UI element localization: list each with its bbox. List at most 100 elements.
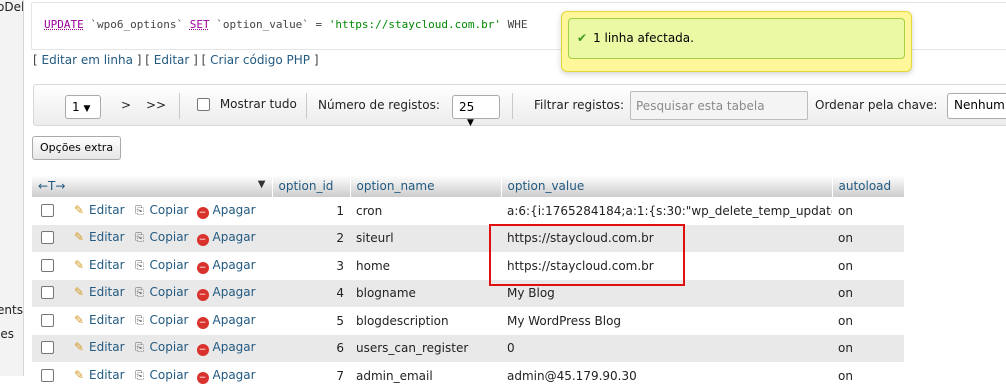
delete-row-button[interactable]: − Apagar <box>196 285 256 302</box>
header-option-id[interactable]: option_id <box>272 175 351 197</box>
edit-row-button[interactable]: ✎ Editar <box>72 340 125 354</box>
cell-option-id[interactable]: 1 <box>272 197 350 225</box>
edit-row-button[interactable]: ✎ Editar <box>72 285 125 299</box>
cell-autoload[interactable]: on <box>832 334 904 362</box>
cell-option-value[interactable]: My WordPress Blog <box>501 307 832 335</box>
cell-option-id[interactable]: 2 <box>272 224 350 252</box>
copy-row-button[interactable]: ⎘ Copiar <box>133 367 189 382</box>
cell-autoload[interactable]: on <box>832 279 904 307</box>
delete-label: Apagar <box>212 202 256 217</box>
delete-label: Apagar <box>212 230 256 245</box>
cell-option-name[interactable]: blogname <box>350 279 501 307</box>
page-select[interactable]: 1 ▼ <box>65 95 101 119</box>
sidebar-text-mid-1[interactable]: ents <box>0 303 23 317</box>
delete-icon: − <box>196 206 209 219</box>
cell-option-name[interactable]: blogdescription <box>350 307 501 335</box>
row-checkbox[interactable] <box>41 203 54 217</box>
sort-select[interactable]: Nenhum <box>947 93 1006 119</box>
next-page-button[interactable]: > <box>121 98 131 112</box>
row-checkbox[interactable] <box>41 231 54 245</box>
cell-option-value[interactable]: 0 <box>501 334 832 362</box>
row-actions: ✎ Editar ⎘ Copiar − Apagar <box>32 307 272 335</box>
page-select-value: 1 <box>72 100 80 114</box>
edit-row-button[interactable]: ✎ Editar <box>72 203 125 217</box>
cell-option-value[interactable]: My Blog <box>501 279 832 307</box>
delete-icon: − <box>196 371 209 384</box>
row-checkbox[interactable] <box>41 286 54 300</box>
cell-option-id[interactable]: 4 <box>272 279 350 307</box>
cell-option-id[interactable]: 5 <box>272 307 350 335</box>
edit-label: Editar <box>89 312 125 327</box>
sql-column: `option_value` = <box>209 18 329 31</box>
copy-icon: ⎘ <box>135 341 144 355</box>
column-arrows-icon[interactable]: ←T→ <box>38 179 65 193</box>
cell-option-name[interactable]: home <box>350 252 501 280</box>
cell-autoload[interactable]: on <box>832 252 904 280</box>
cell-autoload[interactable]: on <box>832 224 904 252</box>
main-content: UPDATE `wpo6_options` SET `option_value`… <box>26 0 1006 390</box>
delete-row-button[interactable]: − Apagar <box>196 258 256 274</box>
row-checkbox[interactable] <box>41 341 54 355</box>
row-actions: ✎ Editar ⎘ Copiar − Apagar <box>32 279 272 307</box>
sql-keyword-set[interactable]: SET <box>190 18 210 31</box>
pencil-icon: ✎ <box>73 230 85 245</box>
edit-label: Editar <box>89 285 125 300</box>
cell-option-id[interactable]: 3 <box>272 252 350 280</box>
cell-option-name[interactable]: users_can_register <box>350 334 501 362</box>
edit-query-link[interactable]: Editar <box>154 53 190 67</box>
filter-search-input[interactable]: Pesquisar esta tabela <box>630 91 808 120</box>
delete-row-button[interactable]: − Apagar <box>196 368 256 384</box>
show-all-toggle[interactable]: Mostrar tudo <box>197 97 297 111</box>
table-row: ✎ Editar ⎘ Copiar − Apagar 6 users_can_register… <box>32 334 904 362</box>
filter-label: Filtrar registos: <box>534 98 625 112</box>
cell-autoload[interactable]: on <box>832 307 904 335</box>
cell-option-value[interactable]: https://staycloud.com.br <box>501 252 832 280</box>
delete-label: Apagar <box>212 285 256 300</box>
header-option-value[interactable]: option_value <box>501 175 833 197</box>
create-php-link[interactable]: Criar código PHP <box>210 53 310 67</box>
sql-keyword-update[interactable]: UPDATE <box>44 18 84 31</box>
filter-placeholder: Pesquisar esta tabela <box>636 99 765 113</box>
copy-row-button[interactable]: ⎘ Copiar <box>133 257 189 272</box>
cell-option-value[interactable]: https://staycloud.com.br <box>501 224 832 252</box>
edit-label: Editar <box>89 340 125 355</box>
copy-row-button[interactable]: ⎘ Copiar <box>133 285 188 299</box>
edit-row-button[interactable]: ✎ Editar <box>72 230 125 244</box>
edit-row-button[interactable]: ✎ Editar <box>72 313 125 327</box>
copy-label: Copiar <box>149 367 189 382</box>
cell-option-value[interactable]: a:6:{i:1765284184;a:1:{s:30:"wp_delete_t… <box>501 197 832 225</box>
extra-options-button[interactable]: Opções extra <box>32 136 122 160</box>
chevron-down-icon[interactable]: ▼ <box>258 179 266 190</box>
edit-row-button[interactable]: ✎ Editar <box>72 258 125 272</box>
copy-label: Copiar <box>149 257 189 272</box>
delete-row-button[interactable]: − Apagar <box>196 230 256 247</box>
sidebar-text-mid-2[interactable]: ies <box>0 327 14 341</box>
edit-row-button[interactable]: ✎ Editar <box>72 368 125 382</box>
inline-edit-link[interactable]: Editar em linha <box>42 53 133 67</box>
copy-icon: ⎘ <box>135 203 144 217</box>
sort-select-value: Nenhum <box>954 98 1005 112</box>
sidebar-text-top[interactable]: oDel <box>0 0 23 14</box>
row-checkbox[interactable] <box>41 368 54 382</box>
header-option-name[interactable]: option_name <box>350 175 502 197</box>
copy-row-button[interactable]: ⎘ Copiar <box>133 340 188 355</box>
copy-row-button[interactable]: ⎘ Copiar <box>133 230 188 244</box>
copy-row-button[interactable]: ⎘ Copiar <box>133 313 188 327</box>
cell-option-id[interactable]: 6 <box>272 334 350 362</box>
delete-row-button[interactable]: − Apagar <box>196 340 256 357</box>
copy-row-button[interactable]: ⎘ Copiar <box>133 203 188 217</box>
row-checkbox[interactable] <box>41 258 54 272</box>
cell-option-name[interactable]: cron <box>350 197 501 225</box>
row-checkbox[interactable] <box>41 313 54 327</box>
records-select[interactable]: 25 ▼ <box>452 95 500 128</box>
show-all-checkbox[interactable] <box>197 98 210 111</box>
header-autoload[interactable]: autoload <box>832 175 905 197</box>
table-row: ✎ Editar ⎘ Copiar − Apagar 3 home https://staycl… <box>32 252 904 280</box>
last-page-button[interactable]: >> <box>146 98 166 112</box>
cell-autoload[interactable]: on <box>832 197 904 225</box>
cell-option-name[interactable]: siteurl <box>350 224 501 252</box>
edit-label: Editar <box>89 367 125 382</box>
delete-row-button[interactable]: − Apagar <box>196 313 256 329</box>
pencil-icon: ✎ <box>73 367 85 382</box>
delete-row-button[interactable]: − Apagar <box>196 202 256 219</box>
